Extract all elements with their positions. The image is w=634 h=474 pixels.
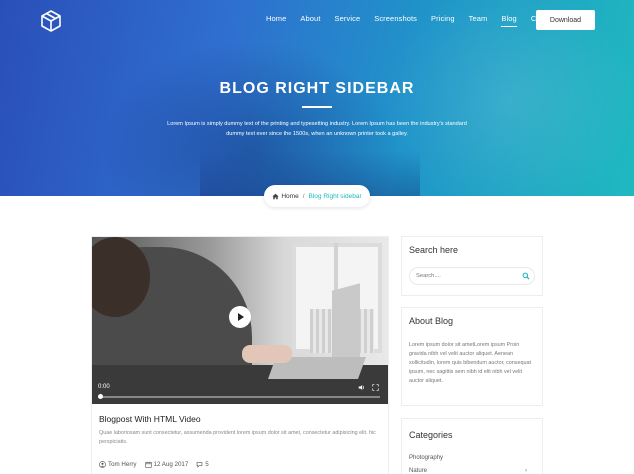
categories-widget-title: Categories	[409, 430, 453, 440]
nav-item-pricing[interactable]: Pricing	[431, 14, 455, 23]
search-icon[interactable]	[522, 272, 530, 280]
volume-icon[interactable]	[358, 384, 365, 391]
about-widget: About Blog Lorem ipsum dolor sit ametLor…	[401, 307, 543, 406]
search-box	[409, 267, 535, 285]
search-widget-title: Search here	[409, 245, 459, 255]
user-icon	[99, 461, 106, 468]
nav-item-screenshots[interactable]: Screenshots	[374, 14, 417, 23]
play-button[interactable]	[229, 306, 251, 328]
nav-item-team[interactable]: Team	[469, 14, 488, 23]
video-time: 0:00	[98, 384, 110, 390]
video-frame-hand	[242, 345, 292, 363]
post-excerpt: Quae laboriosam sunt consectetur, assume…	[99, 430, 376, 445]
breadcrumb-current: Blog Right sidebar	[308, 192, 362, 200]
fullscreen-icon[interactable]	[372, 384, 379, 391]
video-progress-bar[interactable]	[98, 396, 380, 398]
comment-icon	[197, 462, 203, 468]
blog-post-card: 0:00 Blogpost With HTML Video Quae labor…	[91, 236, 389, 474]
nav-item-home[interactable]: Home	[266, 14, 286, 23]
breadcrumb-separator: /	[302, 192, 305, 200]
video-frame-hair	[92, 237, 150, 317]
breadcrumb-home-link[interactable]: Home	[281, 193, 298, 200]
category-item-nature[interactable]: Nature	[409, 468, 427, 474]
search-widget: Search here	[401, 236, 543, 296]
about-widget-title: About Blog	[409, 316, 454, 326]
calendar-icon	[144, 461, 152, 468]
nav-item-service[interactable]: Service	[335, 14, 361, 23]
about-text: Lorem ipsum dolor sit ametLorem ipsum Pr…	[409, 342, 531, 384]
breadcrumb: Home / Blog Right sidebar	[264, 185, 370, 207]
post-comment-count[interactable]: 5	[205, 461, 208, 468]
home-icon[interactable]	[272, 193, 280, 200]
nav-item-about[interactable]: About	[300, 14, 320, 23]
hero-description: Lorem Ipsum is simply dummy text of the …	[167, 121, 467, 137]
category-item-photography[interactable]: Photography	[409, 455, 443, 461]
page-title: BLOG RIGHT SIDEBAR	[219, 80, 415, 97]
video-progress-knob[interactable]	[98, 394, 103, 399]
video-player[interactable]: 0:00	[92, 237, 388, 404]
title-underline	[302, 106, 332, 108]
post-date: 12 Aug 2017	[153, 461, 189, 468]
hero-banner: Home About Service Screenshots Pricing T…	[0, 0, 634, 196]
main-nav: Home About Service Screenshots Pricing T…	[266, 14, 571, 27]
search-input[interactable]	[416, 271, 516, 281]
post-title[interactable]: Blogpost With HTML Video	[99, 414, 201, 424]
chevron-right-icon: ›	[525, 468, 527, 474]
post-meta: Tom Herry 12 Aug 2017 5	[99, 461, 209, 468]
post-author[interactable]: Tom Herry	[108, 461, 137, 468]
categories-widget: Categories Photography Nature ›	[401, 418, 543, 474]
play-icon	[238, 313, 244, 321]
logo-cube-icon[interactable]	[38, 8, 64, 34]
page: Home About Service Screenshots Pricing T…	[0, 0, 634, 474]
download-button[interactable]: Download	[536, 10, 595, 30]
nav-item-blog[interactable]: Blog	[501, 14, 518, 27]
